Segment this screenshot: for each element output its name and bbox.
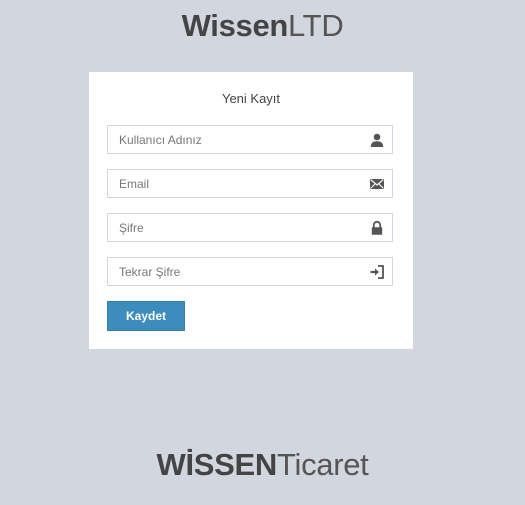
register-title: Yeni Kayıt — [221, 91, 281, 106]
footer-logo: WİSSENTicaret — [0, 446, 525, 484]
password-confirm-input[interactable] — [108, 258, 369, 285]
envelope-icon — [370, 179, 384, 189]
logo-light-text: LTD — [288, 8, 344, 43]
footer-logo-light-text: Ticaret — [277, 447, 369, 482]
username-input[interactable] — [108, 126, 369, 153]
save-button[interactable]: Kaydet — [107, 301, 185, 331]
email-input[interactable] — [108, 170, 369, 197]
register-box: Yeni Kayıt Kaydet — [89, 72, 413, 349]
lock-icon — [371, 220, 383, 235]
password-confirm-field — [107, 257, 393, 286]
email-field — [107, 169, 393, 198]
logo[interactable]: WissenLTD — [0, 8, 525, 44]
password-input[interactable] — [108, 214, 369, 241]
logo-bold-text: Wissen — [181, 8, 289, 43]
sign-in-icon — [370, 265, 384, 279]
user-icon — [370, 133, 384, 147]
username-field — [107, 125, 393, 154]
footer-logo-bold-text: WİSSEN — [156, 447, 278, 482]
password-field — [107, 213, 393, 242]
